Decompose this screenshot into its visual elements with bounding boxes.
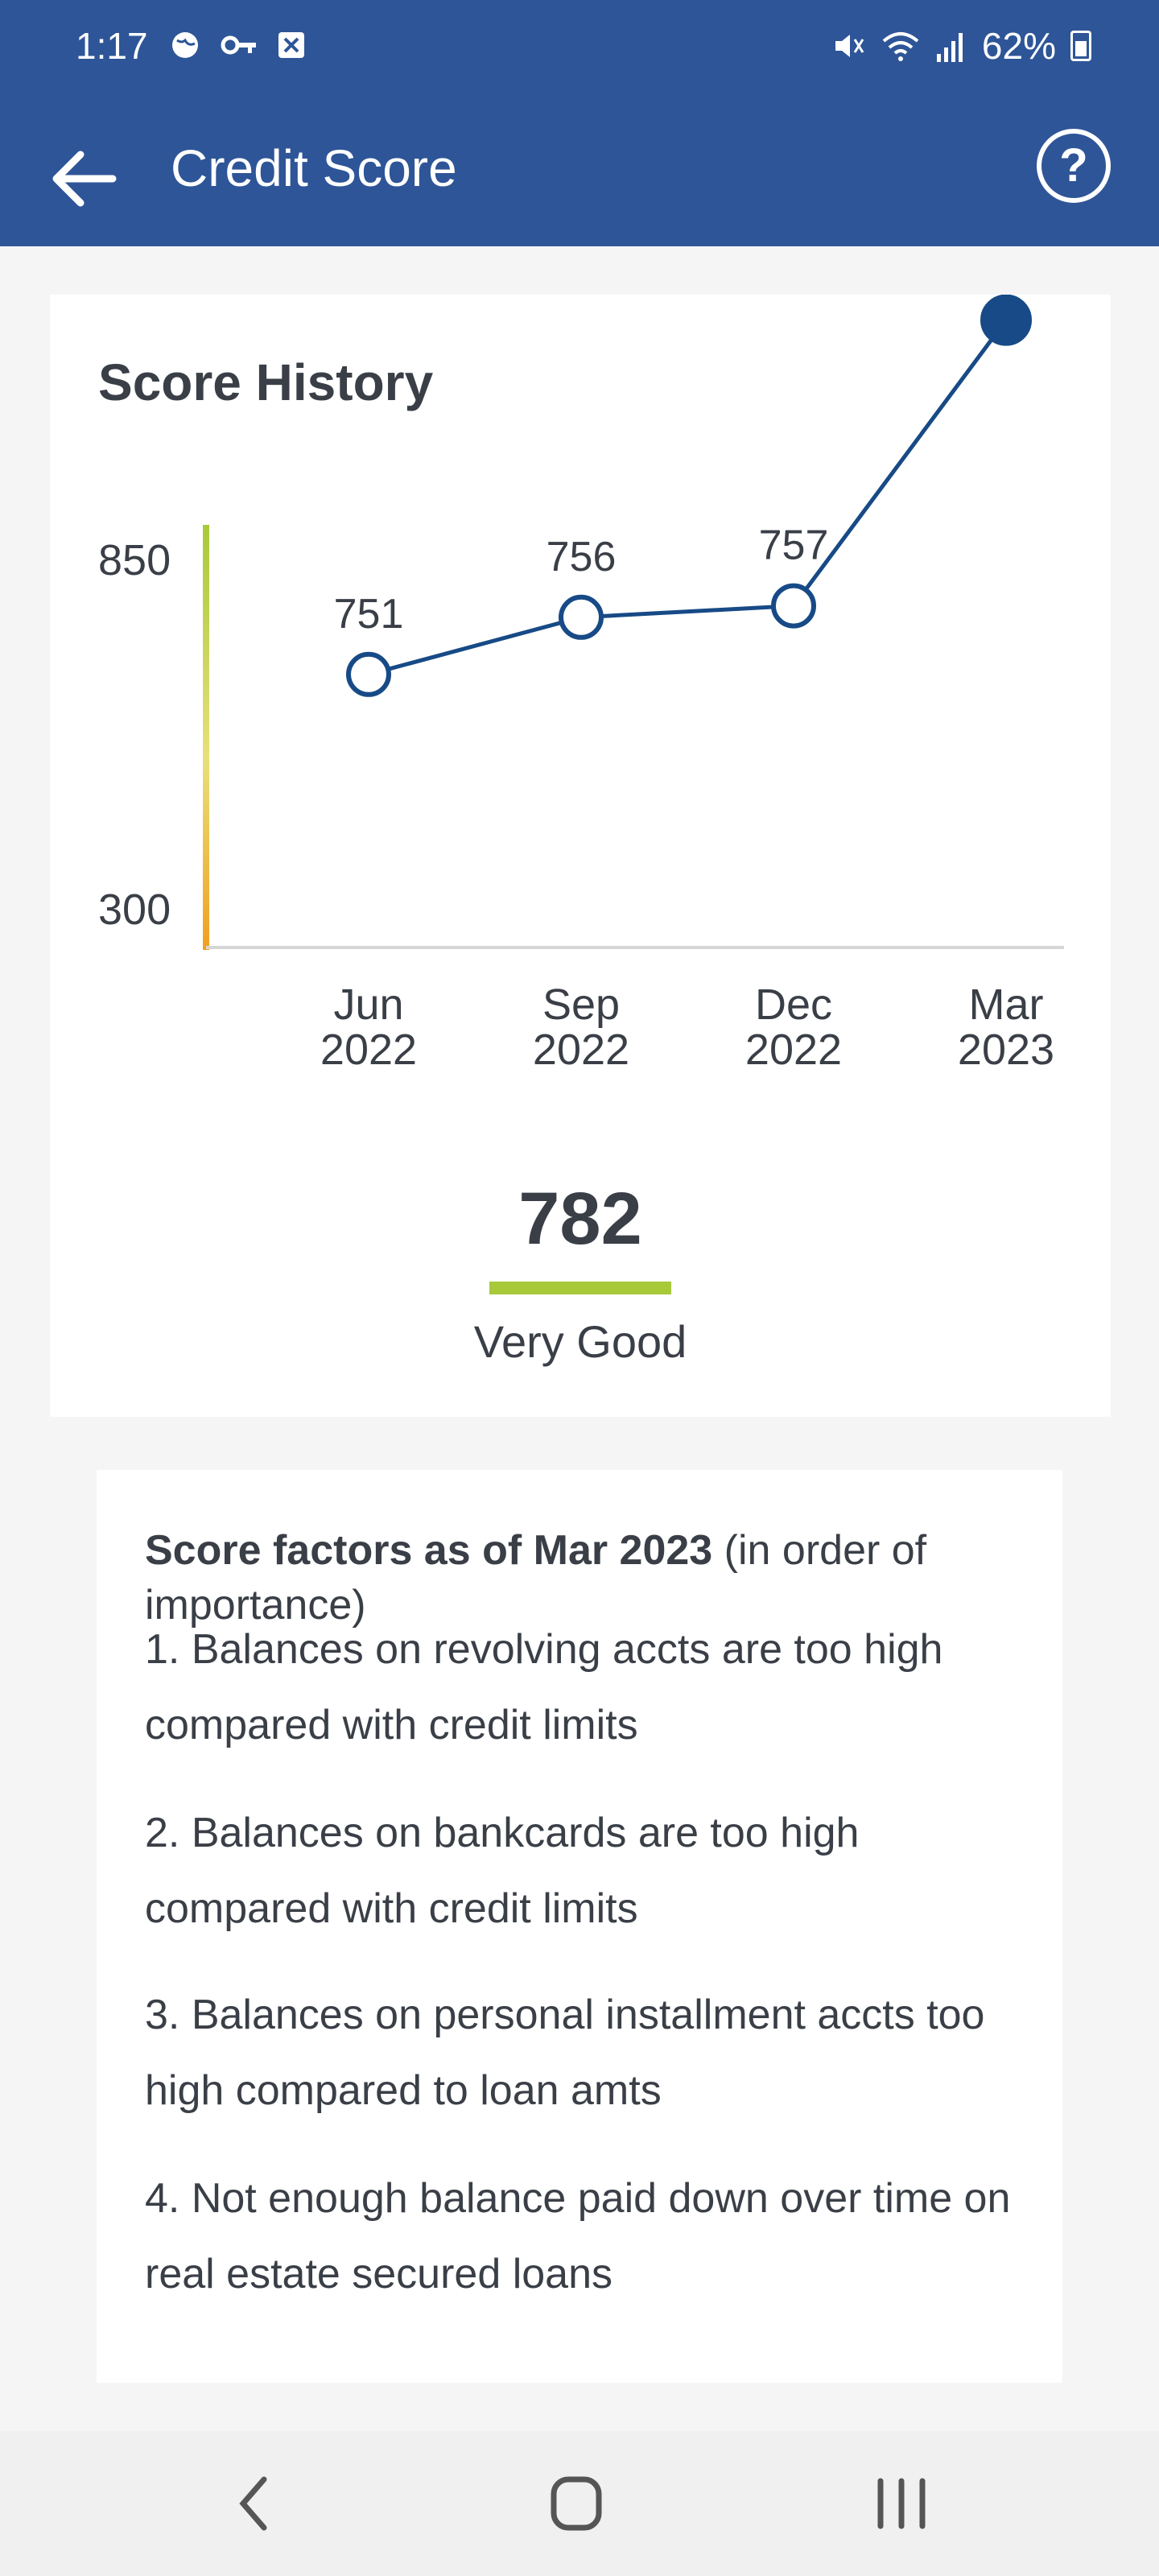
score-factor-item: 2. Balances on bankcards are too high co… — [145, 1810, 860, 1932]
data-point[interactable] — [559, 594, 604, 640]
score-factors-heading-bold: Score factors as of Mar 2023 — [145, 1527, 713, 1574]
globe-icon — [172, 32, 198, 58]
recents-nav-icon[interactable] — [837, 2431, 966, 2576]
help-circle-icon[interactable]: ? — [1037, 129, 1111, 203]
y-axis-gradient — [203, 525, 209, 950]
key-icon — [221, 35, 256, 55]
data-label: 756 — [547, 534, 617, 580]
data-label: 757 — [759, 522, 829, 569]
status-icons-right: 62% — [831, 24, 1091, 68]
data-label: 751 — [334, 591, 404, 638]
x-tick-label: 2022 — [320, 1026, 417, 1074]
data-point[interactable] — [980, 295, 1032, 346]
page-title: Credit Score — [171, 139, 457, 197]
battery-icon — [1070, 31, 1091, 61]
score-rating-bar — [489, 1282, 671, 1294]
y-tick-label-top: 850 — [98, 536, 171, 584]
y-tick-label-bottom: 300 — [98, 886, 171, 934]
score-factors-card: Score factors as of Mar 2023 (in order o… — [97, 1470, 1062, 2383]
score-factor-item: 3. Balances on personal installment acct… — [145, 1992, 985, 2114]
score-factor-item: 1. Balances on revolving accts are too h… — [145, 1626, 943, 1748]
score-rating: Very Good — [473, 1316, 687, 1367]
close-box-icon — [278, 32, 304, 58]
battery-percent: 62% — [981, 25, 1056, 67]
data-point[interactable] — [771, 583, 816, 629]
x-tick-label: Jun — [333, 980, 403, 1029]
back-nav-icon[interactable] — [190, 2431, 319, 2576]
x-tick-label: Dec — [755, 980, 832, 1029]
mute-icon — [835, 35, 864, 57]
signal-icon — [936, 33, 963, 62]
series-line — [368, 319, 1008, 677]
home-nav-icon[interactable] — [512, 2431, 641, 2576]
chart-marks: 751Jun2022756Sep2022757Dec2022782Mar2023 — [320, 295, 1054, 1074]
arrow-left-icon[interactable] — [43, 138, 124, 219]
score-factor-item: 4. Not enough balance paid down over tim… — [145, 2175, 1011, 2297]
wifi-icon — [882, 32, 919, 61]
status-icons-left — [169, 29, 306, 61]
status-time: 1:17 — [76, 25, 148, 67]
system-nav-bar — [0, 2431, 1159, 2576]
data-point[interactable] — [346, 651, 391, 697]
x-tick-label: 2023 — [958, 1026, 1054, 1074]
x-tick-label: 2022 — [745, 1026, 842, 1074]
app-bar: Credit Score ? — [0, 97, 1159, 246]
x-tick-label: Mar — [969, 980, 1044, 1029]
x-tick-label: 2022 — [533, 1026, 629, 1074]
x-tick-label: Sep — [542, 980, 620, 1029]
status-bar: 1:17 62% — [0, 0, 1159, 97]
current-score: 782 — [518, 1178, 642, 1260]
score-history-card: Score History 850 300 751 Jun 2022 756 Sep 20… — [50, 295, 1111, 1417]
